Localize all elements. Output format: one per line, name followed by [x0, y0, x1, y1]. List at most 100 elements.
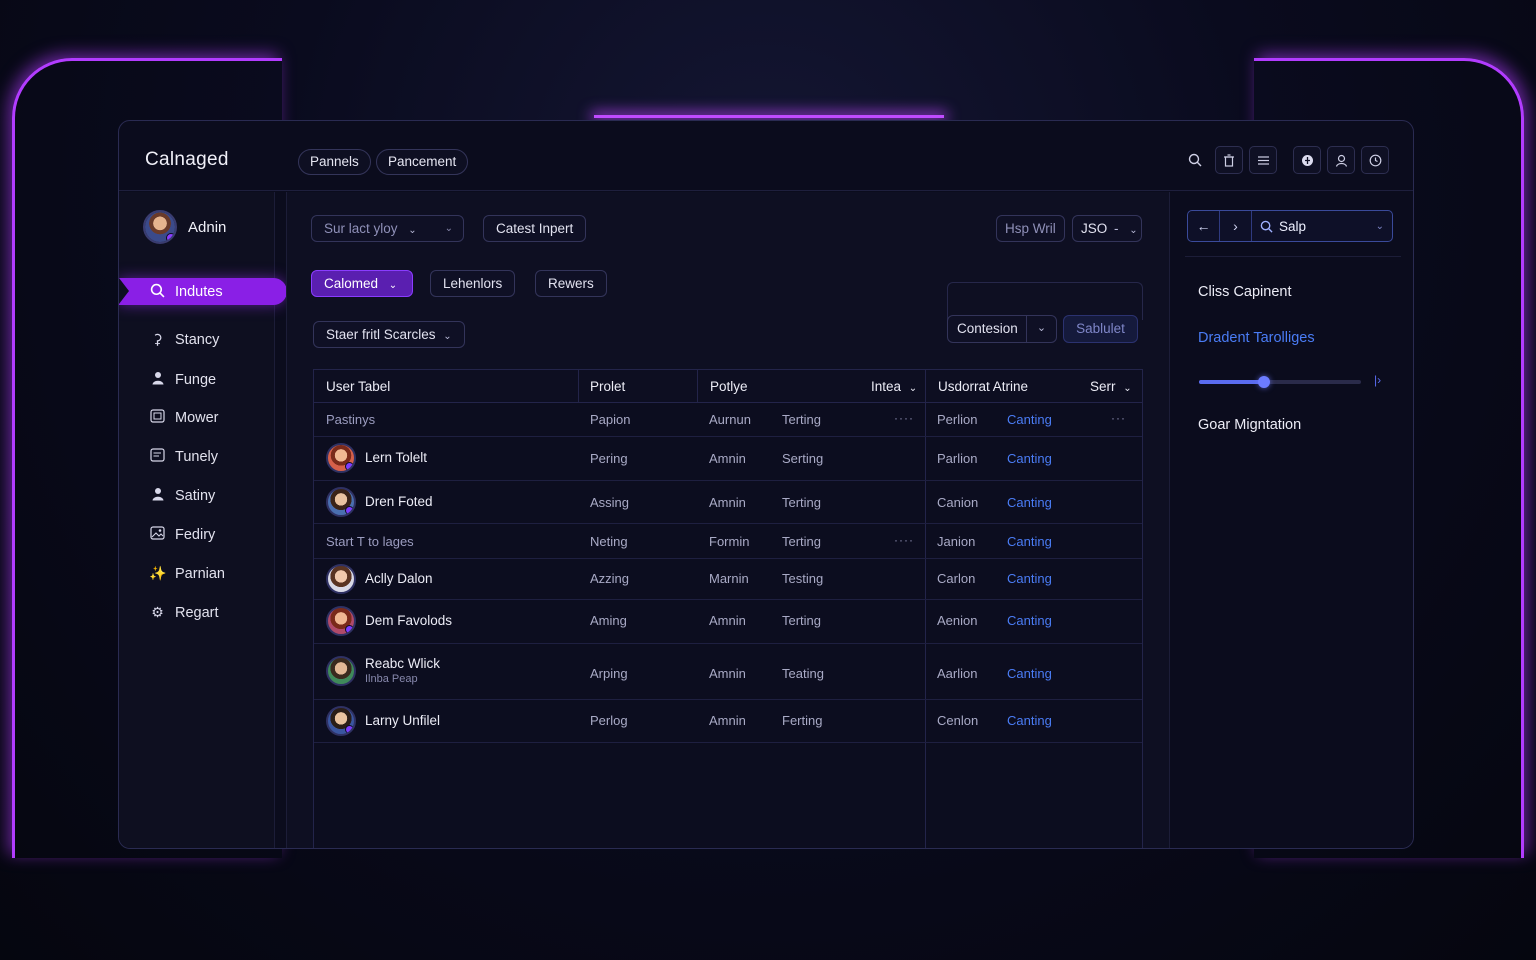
- table-row[interactable]: Reabc Wlick Ilnba Peap Arping Amnin Teat…: [314, 644, 1142, 700]
- avatar: [326, 443, 356, 473]
- sidebar-item-funge[interactable]: Funge: [149, 371, 216, 388]
- contesion-label: Contesion: [957, 321, 1018, 336]
- table-header: User Tabel Prolet Potlye Intea ⌄ Usdorra…: [314, 370, 1142, 403]
- chevron-down-icon: ⌄: [1026, 316, 1056, 342]
- column-header[interactable]: Usdorrat Atrine: [938, 370, 1028, 403]
- class-component-label: Cliss Capinent: [1198, 284, 1292, 300]
- user-name: Aclly Dalon: [365, 571, 433, 586]
- filter-lehenlors[interactable]: Lehenlors: [430, 270, 516, 297]
- column-header-sort[interactable]: Serr ⌄: [1090, 370, 1132, 403]
- cell: Terting: [782, 613, 822, 628]
- sidebar-item-indutes[interactable]: Indutes: [119, 278, 287, 305]
- user-name: Lern Tolelt: [365, 450, 428, 465]
- more-icon[interactable]: ····: [894, 411, 914, 425]
- tab-pancement[interactable]: Pancement: [376, 149, 469, 175]
- user-name: Adnin: [188, 218, 227, 236]
- tab-pannels[interactable]: Pannels: [298, 149, 371, 175]
- cell-link[interactable]: Canting: [1007, 534, 1052, 549]
- cell-link[interactable]: Canting: [1007, 713, 1052, 728]
- table-row[interactable]: Larny Unfilel Perlog Amnin Ferting Cenlo…: [314, 700, 1142, 743]
- sidebar-item-label: Regart: [175, 604, 219, 621]
- user-subtitle: Ilnba Peap: [365, 673, 418, 685]
- cell-link[interactable]: Canting: [1007, 571, 1052, 586]
- trash-icon[interactable]: [1215, 146, 1243, 174]
- table-row[interactable]: Start T to lages Neting Formin Terting ·…: [314, 524, 1142, 559]
- neon-frame-top: [594, 115, 944, 118]
- table-row[interactable]: Dren Foted Assing Amnin Terting Canion C…: [314, 481, 1142, 524]
- more-icon[interactable]: ···: [1111, 411, 1126, 425]
- cell: Perlion: [937, 412, 978, 427]
- scope-dropdown[interactable]: Staer fritl Scarcles ⌄: [313, 321, 465, 348]
- format-label: JSO: [1081, 221, 1108, 236]
- sidebar-item-fediry[interactable]: Fediry: [149, 526, 215, 543]
- filter-calomed[interactable]: Calomed ⌄: [311, 270, 413, 297]
- sidebar-item-regart[interactable]: ⚙ Regart: [149, 604, 219, 621]
- sidebar-item-parnian[interactable]: ✨ Parnian: [149, 565, 225, 582]
- help-button[interactable]: Hsp Wril: [996, 215, 1065, 242]
- chevron-down-icon: ⌄: [443, 331, 452, 342]
- cell: Terting: [782, 534, 822, 549]
- cell: Neting: [590, 534, 628, 549]
- chevron-right-icon[interactable]: ›: [1220, 211, 1252, 241]
- cell-link[interactable]: Canting: [1007, 451, 1052, 466]
- cell-link[interactable]: Canting: [1007, 666, 1052, 681]
- sidebar-item-tunely[interactable]: Tunely: [149, 448, 218, 465]
- gradient-link[interactable]: Dradent Tarolliges: [1198, 330, 1315, 346]
- table-row[interactable]: Lern Tolelt Pering Amnin Serting Parlion…: [314, 437, 1142, 481]
- cell-link[interactable]: Canting: [1007, 495, 1052, 510]
- sidebar-item-label: Fediry: [175, 526, 216, 543]
- chevron-down-icon: ⌄: [408, 225, 417, 236]
- contesion-dropdown[interactable]: Contesion ⌄: [947, 315, 1057, 343]
- column-header[interactable]: User Tabel: [326, 370, 390, 403]
- slider-handle[interactable]: [1257, 376, 1270, 388]
- cell: Azzing: [590, 571, 630, 586]
- list-icon[interactable]: [1249, 146, 1277, 174]
- search-icon: [1260, 220, 1273, 233]
- user-name: Reabc Wlick: [365, 656, 441, 671]
- slider-fill: [1199, 380, 1264, 384]
- sidebar-item-label: Stancy: [175, 331, 220, 348]
- table-row[interactable]: Aclly Dalon Azzing Marnin Testing Carlon…: [314, 559, 1142, 600]
- image-icon: [149, 409, 166, 426]
- sidebar-item-satiny[interactable]: Satiny: [149, 487, 215, 504]
- cell: Perlog: [590, 713, 628, 728]
- group-name: Pastinys: [326, 412, 376, 427]
- search-icon[interactable]: [1181, 146, 1209, 174]
- column-header[interactable]: Prolet: [590, 370, 625, 403]
- sidebar-item-label: Mower: [175, 409, 219, 426]
- filter-label: Calomed: [324, 276, 379, 291]
- submit-button[interactable]: Sablulet: [1063, 315, 1138, 343]
- filter-rewers[interactable]: Rewers: [535, 270, 607, 297]
- sidebar-item-stancy[interactable]: ⚳ Stancy: [149, 331, 219, 348]
- cell: Terting: [782, 412, 822, 427]
- gradient-slider[interactable]: [1199, 376, 1361, 388]
- table-row[interactable]: Dem Favolods Aming Amnin Terting Aenion …: [314, 600, 1142, 644]
- sparkle-icon: ✨: [149, 565, 167, 581]
- column-header[interactable]: Potlye: [710, 370, 748, 403]
- cell-link[interactable]: Canting: [1007, 412, 1052, 427]
- user-profile[interactable]: Adnin: [143, 210, 226, 244]
- cell: Carlon: [937, 571, 976, 586]
- slider-end-icon[interactable]: |›: [1374, 373, 1381, 387]
- sidebar-item-mower[interactable]: Mower: [149, 409, 219, 426]
- cell: Amnin: [709, 495, 746, 510]
- sidebar-item-label: Satiny: [175, 487, 216, 504]
- cell: Papion: [590, 412, 631, 427]
- cell: Parlion: [937, 451, 978, 466]
- user-icon[interactable]: [1327, 146, 1355, 174]
- column-header-sort[interactable]: Intea ⌄: [871, 370, 917, 403]
- panel-search-input[interactable]: Salp ⌄: [1252, 211, 1392, 241]
- select-dropdown[interactable]: Sur lact yloy ⌄ ⌄: [311, 215, 464, 242]
- app-window: Calnaged Pannels Pancement Adnin Indutes…: [118, 120, 1414, 849]
- user-name: Larny Unfilel: [365, 713, 441, 728]
- shield-icon[interactable]: [1293, 146, 1321, 174]
- arrow-left-icon[interactable]: ←: [1188, 211, 1220, 241]
- sidebar-item-label: Funge: [175, 371, 217, 388]
- cell-link[interactable]: Canting: [1007, 613, 1052, 628]
- import-button[interactable]: Catest Inpert: [483, 215, 587, 242]
- more-icon[interactable]: ····: [894, 533, 914, 547]
- clock-icon[interactable]: [1361, 146, 1389, 174]
- panel-search-label: Salp: [1279, 218, 1307, 234]
- table-row[interactable]: Pastinys Papion Aurnun Terting ···· Perl…: [314, 403, 1142, 437]
- format-dropdown[interactable]: JSO - ⌄: [1072, 215, 1142, 242]
